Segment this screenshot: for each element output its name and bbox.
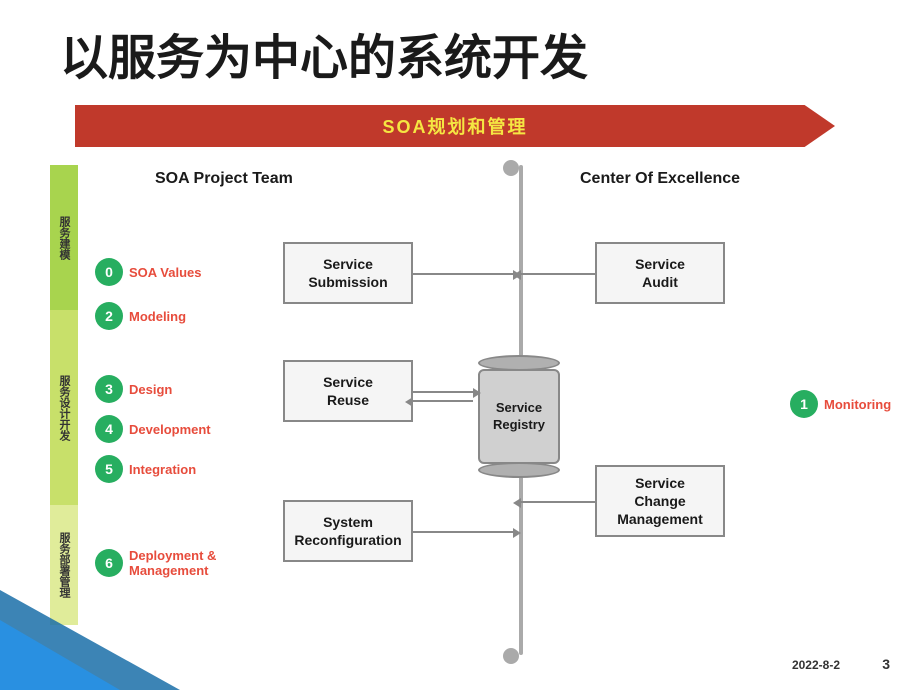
box-service-audit: Service Audit bbox=[595, 242, 725, 304]
soa-banner: SOA规划和管理 bbox=[75, 105, 835, 147]
arrow-reconfig-right bbox=[413, 531, 513, 533]
arrow-audit-left bbox=[521, 273, 595, 275]
sidebar: 服务建模 服务设计开发 服务部署管理 bbox=[50, 165, 78, 625]
label-modeling: Modeling bbox=[129, 309, 186, 324]
soa-item-0: 0 SOA Values bbox=[95, 258, 202, 286]
arrow-change-left bbox=[521, 501, 595, 503]
circle-0: 0 bbox=[95, 258, 123, 286]
box-system-reconfig: System Reconfiguration bbox=[283, 500, 413, 562]
label-design: Design bbox=[129, 382, 172, 397]
sidebar-mid: 服务设计开发 bbox=[50, 310, 78, 505]
soa-item-6: 6 Deployment & Management bbox=[95, 548, 216, 578]
label-deployment: Deployment & Management bbox=[129, 548, 216, 578]
box-service-submission: Service Submission bbox=[283, 242, 413, 304]
arrow-submission-right bbox=[413, 273, 513, 275]
top-circle bbox=[503, 160, 519, 176]
soa-item-2: 2 Modeling bbox=[95, 302, 186, 330]
soa-item-4: 4 Development bbox=[95, 415, 211, 443]
box-service-reuse: Service Reuse bbox=[283, 360, 413, 422]
circle-5: 5 bbox=[95, 455, 123, 483]
footer-date: 2022-8-2 bbox=[792, 658, 840, 672]
cylinder-bottom bbox=[478, 462, 560, 478]
circle-1: 1 bbox=[790, 390, 818, 418]
label-integration: Integration bbox=[129, 462, 196, 477]
circle-4: 4 bbox=[95, 415, 123, 443]
cylinder-body: Service Registry bbox=[478, 369, 560, 464]
col-header-left: SOA Project Team bbox=[155, 170, 293, 188]
label-soa-values: SOA Values bbox=[129, 265, 202, 280]
blue-triangle-decoration bbox=[0, 590, 180, 690]
service-registry: Service Registry bbox=[478, 355, 560, 478]
footer-page: 3 bbox=[882, 656, 890, 672]
soa-item-5: 5 Integration bbox=[95, 455, 196, 483]
soa-item-3: 3 Design bbox=[95, 375, 172, 403]
circle-2: 2 bbox=[95, 302, 123, 330]
label-monitoring: Monitoring bbox=[824, 397, 891, 412]
circle-6: 6 bbox=[95, 549, 123, 577]
page-title: 以服务为中心的系统开发 bbox=[60, 18, 588, 88]
box-service-change: Service Change Management bbox=[595, 465, 725, 537]
sidebar-top: 服务建模 bbox=[50, 165, 78, 310]
soa-banner-text: SOA规划和管理 bbox=[382, 113, 527, 139]
arrow-reuse-left bbox=[413, 400, 473, 402]
col-header-right: Center Of Excellence bbox=[580, 170, 740, 188]
bottom-circle bbox=[503, 648, 519, 664]
label-development: Development bbox=[129, 422, 211, 437]
circle-3: 3 bbox=[95, 375, 123, 403]
cylinder-top bbox=[478, 355, 560, 371]
arrow-reuse-right bbox=[413, 391, 473, 393]
monitoring-item: 1 Monitoring bbox=[790, 390, 891, 418]
